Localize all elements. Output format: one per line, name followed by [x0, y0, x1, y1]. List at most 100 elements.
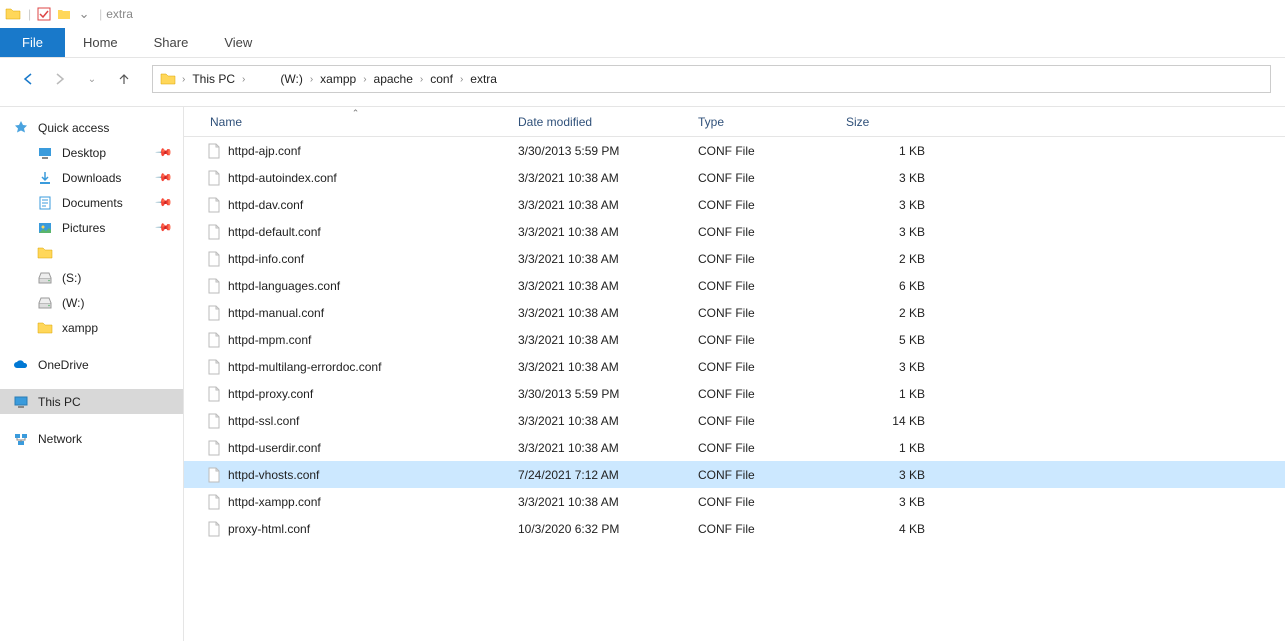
onedrive[interactable]: OneDrive: [0, 352, 183, 377]
chevron-right-icon[interactable]: ›: [459, 74, 464, 85]
breadcrumb-item[interactable]: conf: [426, 70, 457, 88]
window-title: extra: [106, 7, 133, 21]
file-type: CONF File: [690, 171, 838, 185]
file-row[interactable]: httpd-proxy.conf3/30/2013 5:59 PMCONF Fi…: [184, 380, 1285, 407]
file-row[interactable]: httpd-default.conf3/3/2021 10:38 AMCONF …: [184, 218, 1285, 245]
column-header-date[interactable]: Date modified: [510, 115, 690, 129]
file-size: 3 KB: [838, 225, 933, 239]
file-size: 1 KB: [838, 387, 933, 401]
column-header-size[interactable]: Size: [838, 115, 933, 129]
file-row[interactable]: httpd-userdir.conf3/3/2021 10:38 AMCONF …: [184, 434, 1285, 461]
file-date: 3/3/2021 10:38 AM: [510, 495, 690, 509]
file-size: 2 KB: [838, 252, 933, 266]
file-type: CONF File: [690, 360, 838, 374]
file-row[interactable]: httpd-dav.conf3/3/2021 10:38 AMCONF File…: [184, 191, 1285, 218]
file-row[interactable]: httpd-xampp.conf3/3/2021 10:38 AMCONF Fi…: [184, 488, 1285, 515]
qat-dropdown-icon[interactable]: ⌄: [75, 5, 93, 23]
tab-view[interactable]: View: [206, 28, 270, 57]
properties-icon[interactable]: [35, 5, 53, 23]
file-row[interactable]: httpd-ajp.conf3/30/2013 5:59 PMCONF File…: [184, 137, 1285, 164]
sidebar-label: This PC: [38, 395, 81, 409]
forward-button[interactable]: [46, 65, 74, 93]
file-name: httpd-autoindex.conf: [228, 171, 337, 185]
chevron-right-icon[interactable]: ›: [362, 74, 367, 85]
sidebar-item[interactable]: (S:): [0, 265, 183, 290]
column-header-type[interactable]: Type: [690, 115, 838, 129]
file-name: httpd-dav.conf: [228, 198, 303, 212]
back-button[interactable]: [14, 65, 42, 93]
file-icon: [206, 359, 222, 375]
document-icon: [36, 194, 54, 212]
recent-dropdown[interactable]: ⌄: [78, 65, 106, 93]
file-row[interactable]: httpd-mpm.conf3/3/2021 10:38 AMCONF File…: [184, 326, 1285, 353]
sidebar-label: xampp: [62, 321, 98, 335]
address-bar[interactable]: › This PC › (W:) › xampp › apache › conf…: [152, 65, 1271, 93]
file-icon: [206, 224, 222, 240]
file-date: 3/3/2021 10:38 AM: [510, 441, 690, 455]
sidebar-item[interactable]: Documents📌: [0, 190, 183, 215]
file-name: httpd-multilang-errordoc.conf: [228, 360, 381, 374]
tab-share[interactable]: Share: [136, 28, 207, 57]
file-name: httpd-manual.conf: [228, 306, 324, 320]
file-type: CONF File: [690, 468, 838, 482]
separator: |: [99, 7, 102, 21]
file-row[interactable]: httpd-multilang-errordoc.conf3/3/2021 10…: [184, 353, 1285, 380]
file-row[interactable]: proxy-html.conf10/3/2020 6:32 PMCONF Fil…: [184, 515, 1285, 542]
chevron-right-icon[interactable]: ›: [309, 74, 314, 85]
desktop-icon: [36, 144, 54, 162]
breadcrumb-item[interactable]: xampp: [316, 70, 360, 88]
file-date: 3/3/2021 10:38 AM: [510, 198, 690, 212]
file-icon: [206, 386, 222, 402]
breadcrumb-item[interactable]: extra: [466, 70, 501, 88]
file-size: 3 KB: [838, 171, 933, 185]
folder-small-icon[interactable]: [55, 5, 73, 23]
file-size: 1 KB: [838, 144, 933, 158]
picture-icon: [36, 219, 54, 237]
up-button[interactable]: [110, 65, 138, 93]
file-name: httpd-default.conf: [228, 225, 321, 239]
column-headers: ⌃ Name Date modified Type Size: [184, 107, 1285, 137]
this-pc[interactable]: This PC: [0, 389, 183, 414]
file-date: 3/30/2013 5:59 PM: [510, 144, 690, 158]
file-row[interactable]: httpd-vhosts.conf7/24/2021 7:12 AMCONF F…: [184, 461, 1285, 488]
separator: |: [28, 7, 31, 21]
column-header-name[interactable]: ⌃ Name: [202, 115, 510, 129]
breadcrumb-item[interactable]: apache: [370, 70, 417, 88]
file-size: 6 KB: [838, 279, 933, 293]
file-row[interactable]: httpd-manual.conf3/3/2021 10:38 AMCONF F…: [184, 299, 1285, 326]
file-size: 2 KB: [838, 306, 933, 320]
file-row[interactable]: httpd-ssl.conf3/3/2021 10:38 AMCONF File…: [184, 407, 1285, 434]
sidebar-item[interactable]: [0, 240, 183, 265]
file-tab[interactable]: File: [0, 28, 65, 57]
chevron-right-icon[interactable]: ›: [181, 74, 186, 85]
drive-icon: [36, 269, 54, 287]
network[interactable]: Network: [0, 426, 183, 451]
cloud-icon: [12, 356, 30, 374]
file-row[interactable]: httpd-languages.conf3/3/2021 10:38 AMCON…: [184, 272, 1285, 299]
chevron-right-icon[interactable]: ›: [241, 74, 246, 85]
sidebar-label: Network: [38, 432, 82, 446]
drive-icon: [36, 294, 54, 312]
file-date: 10/3/2020 6:32 PM: [510, 522, 690, 536]
sidebar-item[interactable]: Pictures📌: [0, 215, 183, 240]
breadcrumb-item[interactable]: (W:): [276, 70, 306, 88]
quick-access[interactable]: Quick access: [0, 115, 183, 140]
file-size: 3 KB: [838, 495, 933, 509]
sidebar-label: OneDrive: [38, 358, 89, 372]
file-row[interactable]: httpd-autoindex.conf3/3/2021 10:38 AMCON…: [184, 164, 1285, 191]
breadcrumb-item[interactable]: This PC: [188, 70, 239, 88]
sidebar-item[interactable]: Desktop📌: [0, 140, 183, 165]
tab-home[interactable]: Home: [65, 28, 136, 57]
file-row[interactable]: httpd-info.conf3/3/2021 10:38 AMCONF Fil…: [184, 245, 1285, 272]
folder-icon: [36, 244, 54, 262]
file-type: CONF File: [690, 414, 838, 428]
sidebar-item[interactable]: xampp: [0, 315, 183, 340]
nav-bar: ⌄ › This PC › (W:) › xampp › apache › co…: [0, 58, 1285, 100]
sidebar-label: Desktop: [62, 146, 106, 160]
file-date: 7/24/2021 7:12 AM: [510, 468, 690, 482]
file-icon: [206, 251, 222, 267]
sidebar-item[interactable]: (W:): [0, 290, 183, 315]
sidebar-item[interactable]: Downloads📌: [0, 165, 183, 190]
chevron-right-icon[interactable]: ›: [419, 74, 424, 85]
file-name: httpd-languages.conf: [228, 279, 340, 293]
